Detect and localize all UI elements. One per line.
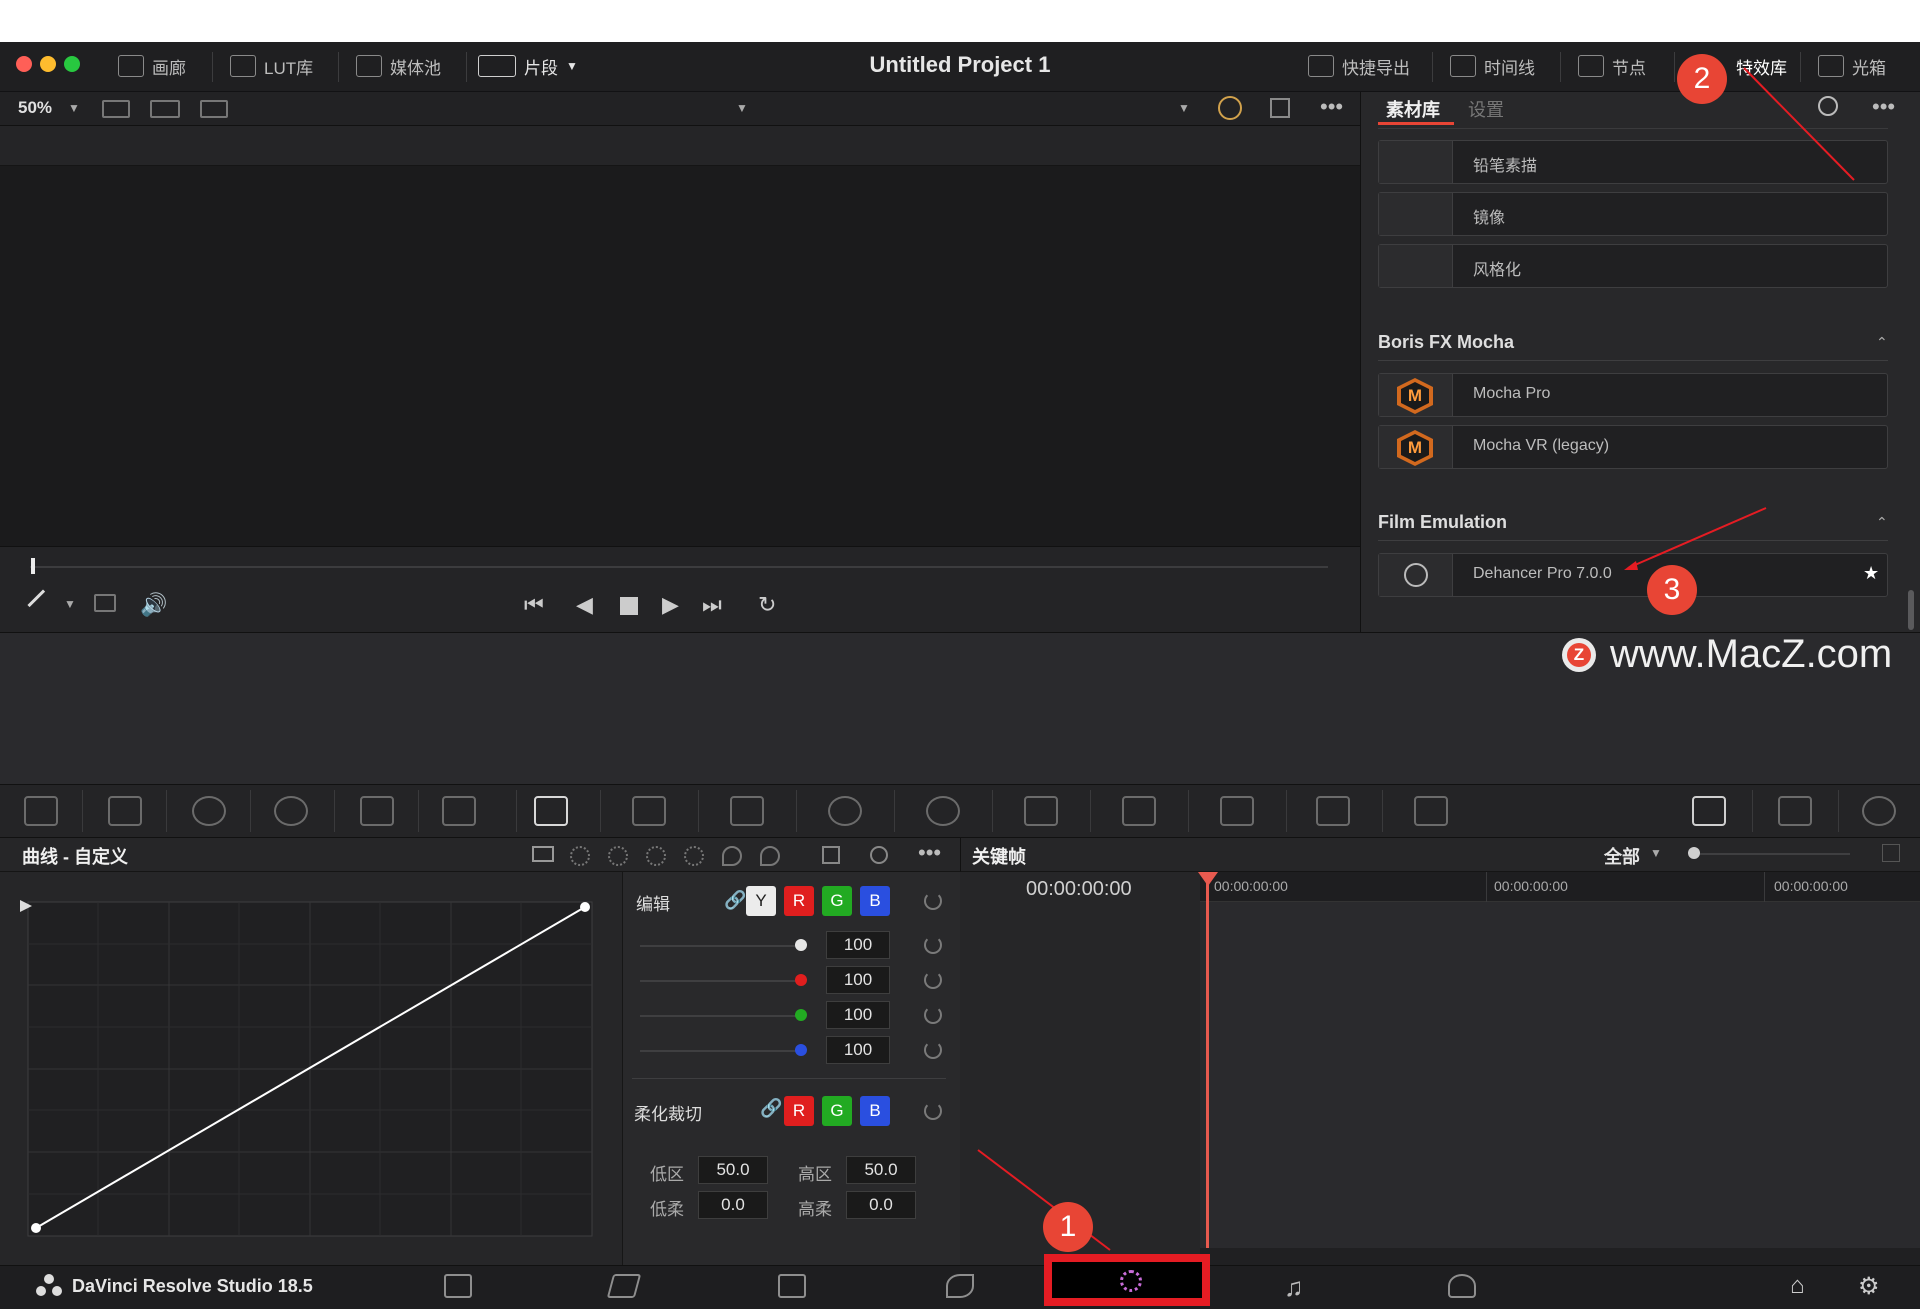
annotation-badge-1: 1 xyxy=(1043,1202,1093,1252)
annotation-badge-3: 3 xyxy=(1647,565,1697,615)
annotation-arrows xyxy=(977,67,1855,1251)
annotation-badge-2: 2 xyxy=(1677,54,1727,104)
